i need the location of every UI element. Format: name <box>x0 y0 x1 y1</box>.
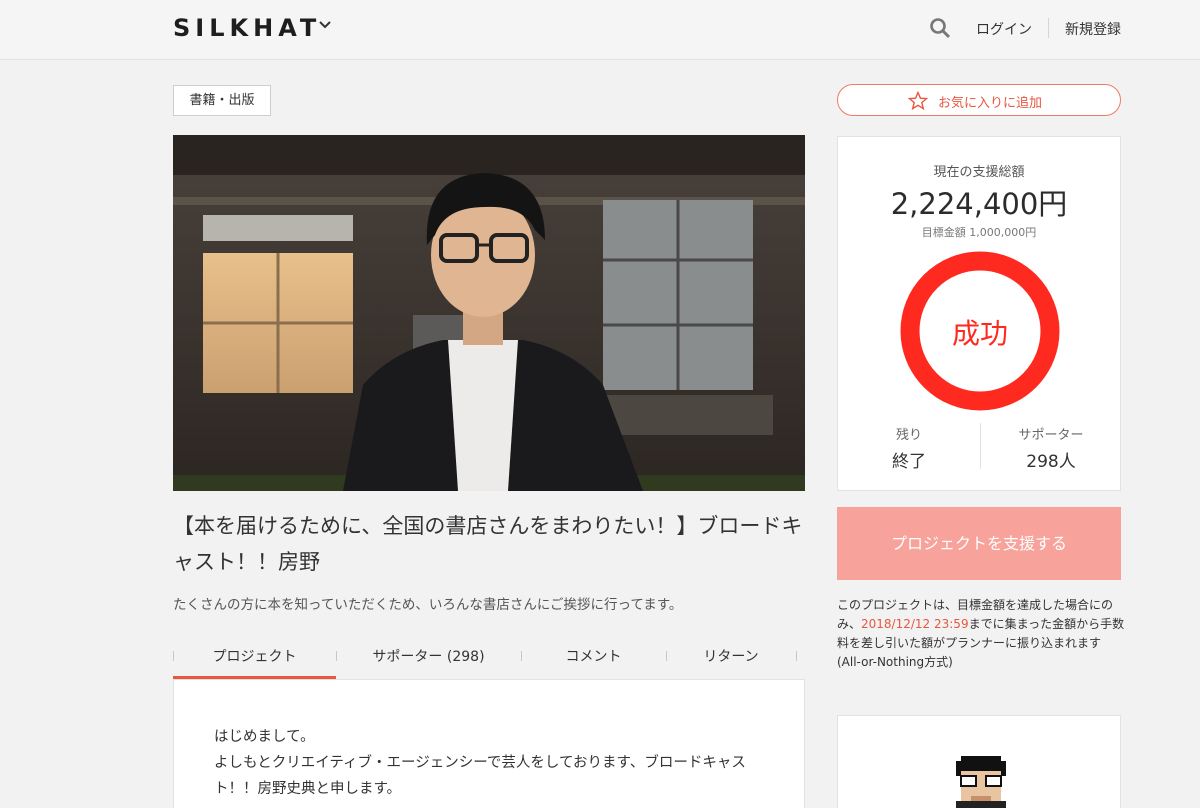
deadline-date: 2018/12/12 23:59 <box>861 617 969 631</box>
total-label: 現在の支援総額 <box>933 165 1025 180</box>
progress-ring: 成功 <box>900 251 1060 411</box>
add-favorite-label: お気に入りに追加 <box>938 96 1043 111</box>
success-status: 成功 <box>952 317 1008 350</box>
project-hero-image <box>173 135 805 491</box>
search-icon[interactable] <box>929 17 951 39</box>
project-description: はじめまして。 よしもとクリエイティブ・エージェンシーで芸人をしております、ブロ… <box>173 679 805 808</box>
tab-divider <box>796 651 797 661</box>
login-link[interactable]: ログイン <box>976 19 1032 39</box>
remaining-value: 終了 <box>892 452 926 472</box>
funding-panel: 現在の支援総額 2,224,400円 目標金額 1,000,000円 成功 残り… <box>837 136 1121 491</box>
funding-note: このプロジェクトは、目標金額を達成した場合にのみ、2018/12/12 23:5… <box>837 596 1127 672</box>
description-line: よしもとクリエイティブ・エージェンシーで芸人をしております、ブロードキャスト！！… <box>214 755 746 797</box>
planner-avatar[interactable] <box>951 751 1011 808</box>
add-favorite-button[interactable]: お気に入りに追加 <box>837 84 1121 116</box>
description-line: はじめまして。 <box>214 729 315 745</box>
planner-card <box>837 715 1121 808</box>
tab-project[interactable]: プロジェクト <box>173 645 336 679</box>
hero-photo <box>173 135 805 491</box>
site-logo[interactable]: SILKHAT <box>173 14 321 42</box>
support-project-button[interactable]: プロジェクトを支援する <box>837 507 1121 580</box>
star-icon <box>908 91 928 111</box>
total-amount: 2,224,400円 <box>890 187 1068 221</box>
remaining-label: 残り <box>895 428 922 443</box>
header-divider <box>1048 18 1049 38</box>
signup-link[interactable]: 新規登録 <box>1065 19 1121 39</box>
tab-rewards[interactable]: リターン <box>666 645 796 679</box>
tab-comments[interactable]: コメント <box>521 645 666 679</box>
supporters-value: 298人 <box>1026 452 1076 472</box>
chevron-down-icon[interactable] <box>318 20 332 30</box>
category-badge[interactable]: 書籍・出版 <box>173 85 271 116</box>
supporters-label: サポーター <box>1018 428 1084 443</box>
goal-amount: 目標金額 1,000,000円 <box>921 226 1037 239</box>
tab-supporters[interactable]: サポーター (298) <box>336 645 521 679</box>
project-title: 【本を届けるために、全国の書店さんをまわりたい！】ブロードキャスト！！房野 <box>173 514 803 574</box>
project-subtitle: たくさんの方に本を知っていただくため、いろんな書店さんにご挨拶に行ってます。 <box>173 597 683 613</box>
site-header: SILKHAT ログイン 新規登録 <box>0 0 1200 60</box>
project-tabs: プロジェクト サポーター (298) コメント リターン <box>173 645 805 679</box>
